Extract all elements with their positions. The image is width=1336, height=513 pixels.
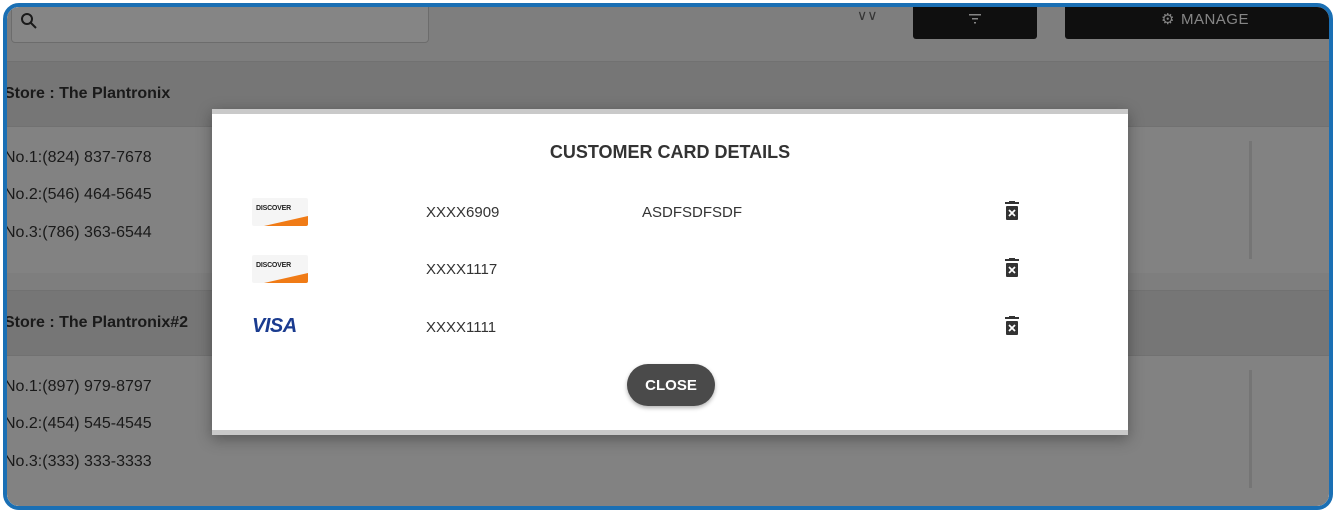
- trash-icon[interactable]: [1004, 258, 1020, 278]
- card-number: XXXX1117: [426, 261, 498, 278]
- card-number: XXXX1111: [426, 319, 497, 336]
- close-button[interactable]: CLOSE: [627, 364, 715, 406]
- card-row: DISCOVER XXXX6909 ASDFSDFSDF: [212, 192, 1128, 232]
- dialog-title: CUSTOMER CARD DETAILS: [549, 142, 791, 162]
- visa-card-logo: VISA: [252, 315, 297, 337]
- trash-icon[interactable]: [1004, 201, 1020, 221]
- card-brand-text: DISCOVER: [256, 205, 291, 212]
- app-frame: ∨∨ ⚙ MANAGE Store : The Plantronix No.1:…: [3, 3, 1333, 510]
- card-details-dialog: CUSTOMER CARD DETAILS DISCOVER XXXX6909 …: [212, 109, 1128, 435]
- trash-icon[interactable]: [1004, 316, 1020, 336]
- cardholder-name: ASDFSDFSDF: [642, 204, 743, 221]
- discover-card-logo: DISCOVER: [252, 255, 308, 283]
- card-row: DISCOVER XXXX1117: [212, 249, 1128, 289]
- discover-card-logo: DISCOVER: [252, 198, 308, 226]
- card-brand-text: DISCOVER: [256, 262, 291, 269]
- card-number: XXXX6909: [426, 204, 500, 221]
- card-row: VISA XXXX1111: [212, 307, 1128, 347]
